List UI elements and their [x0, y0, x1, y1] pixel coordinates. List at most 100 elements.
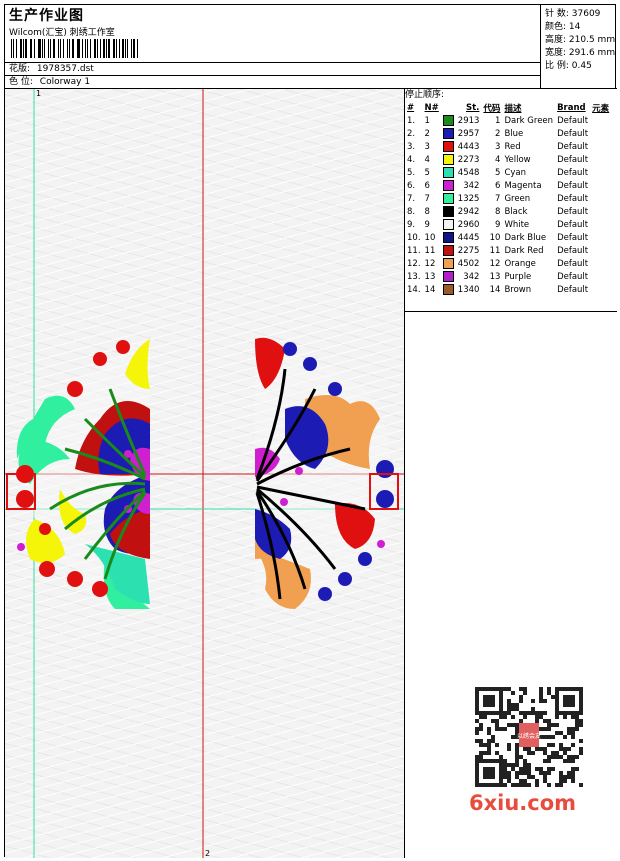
color-brand: Default	[557, 258, 589, 269]
color-stitches: 4548	[457, 167, 480, 178]
qr-module	[543, 719, 547, 723]
color-brand: Default	[557, 245, 589, 256]
qr-module	[527, 771, 531, 775]
qr-module	[487, 731, 491, 735]
color-swatch	[441, 205, 456, 218]
qr-module	[571, 727, 575, 731]
color-desc: Blue	[504, 128, 524, 139]
color-swatch-box	[442, 271, 454, 282]
color-stitches: 342	[463, 271, 480, 282]
barcode-bar	[38, 39, 41, 58]
worksheet-frame: 生产作业图 Wilcom(汇宝) 刺绣工作室 花版: 1978357.dst 色…	[4, 4, 617, 858]
barcode-bar	[19, 39, 22, 58]
qr-module	[475, 755, 479, 759]
qr-module	[531, 711, 535, 715]
qr-module	[563, 779, 567, 783]
qr-module	[515, 755, 519, 759]
color-swatch-box	[442, 115, 454, 126]
barcode-bar	[22, 39, 24, 58]
qr-module	[547, 723, 551, 727]
barcode-bar	[87, 39, 89, 58]
qr-module	[511, 723, 515, 727]
color-row: 4. 4 2273 4 Yellow Default	[405, 153, 611, 166]
color-swatch-box	[442, 206, 454, 217]
qr-module	[503, 759, 507, 763]
qr-module	[499, 727, 503, 731]
qr-module	[527, 747, 531, 751]
barcode-bar	[71, 39, 74, 58]
color-stitches: 2913	[457, 115, 480, 126]
qr-module	[519, 687, 523, 691]
col-code: 代码	[483, 103, 501, 114]
barcode-bar	[57, 39, 59, 58]
qr-module	[535, 767, 539, 771]
qr-module	[555, 755, 559, 759]
color-brand: Default	[557, 128, 589, 139]
page-title: 生产作业图	[9, 8, 84, 24]
qr-module	[575, 767, 579, 771]
qr-module	[543, 735, 547, 739]
qr-module	[579, 747, 583, 751]
barcode-bar	[99, 39, 101, 58]
color-swatch	[441, 257, 456, 270]
qr-finder-inner	[483, 767, 495, 779]
qr-module	[571, 767, 575, 771]
qr-module	[547, 755, 551, 759]
barcode-bar	[112, 39, 115, 58]
barcode-bar	[94, 39, 97, 58]
color-num: 11.	[407, 245, 421, 256]
color-brand: Default	[557, 271, 589, 282]
color-brand: Default	[557, 193, 589, 204]
qr-module	[551, 755, 555, 759]
color-num: 6.	[407, 180, 416, 191]
color-needle: 4	[424, 154, 430, 165]
color-row: 8. 8 2942 8 Black Default	[405, 205, 611, 218]
color-swatch-box	[442, 180, 454, 191]
qr-module	[515, 727, 519, 731]
qr-module	[535, 783, 539, 787]
qr-module	[523, 767, 527, 771]
qr-module	[547, 687, 551, 691]
qr-module	[547, 727, 551, 731]
color-needle: 8	[424, 206, 430, 217]
color-num: 13.	[407, 271, 421, 282]
qr-module	[479, 743, 483, 747]
color-desc: Yellow	[504, 154, 531, 165]
qr-module	[479, 727, 483, 731]
qr-module	[571, 775, 575, 779]
barcode-bar	[127, 39, 128, 58]
barcode-bar	[50, 39, 51, 58]
qr-module	[563, 747, 567, 751]
qr-module	[479, 715, 483, 719]
color-num: 2.	[407, 128, 416, 139]
color-brand: Default	[557, 284, 589, 295]
qr-module	[575, 723, 579, 727]
color-needle: 11	[424, 245, 436, 256]
qr-module	[543, 779, 547, 783]
qr-module	[543, 759, 547, 763]
qr-module	[503, 767, 507, 771]
qr-module	[579, 723, 583, 727]
qr-module	[559, 743, 563, 747]
barcode-bar	[16, 39, 17, 58]
qr-module	[519, 783, 523, 787]
qr-module	[503, 687, 507, 691]
qr-module	[503, 775, 507, 779]
qr-module	[495, 751, 499, 755]
guide-label-1: 1	[36, 89, 42, 98]
barcode-bar	[11, 39, 13, 58]
qr-module	[475, 727, 479, 731]
qr-module	[571, 715, 575, 719]
qr-module	[559, 779, 563, 783]
watermark-logo: 6xiu.com	[469, 791, 577, 815]
qr-module	[567, 727, 571, 731]
qr-module	[511, 691, 515, 695]
barcode-bar	[31, 39, 33, 58]
color-num: 10.	[407, 232, 421, 243]
barcode-bar	[118, 39, 120, 58]
color-num: 8.	[407, 206, 416, 217]
color-code: 11	[489, 245, 501, 256]
barcode-bar	[47, 39, 50, 58]
qr-module	[563, 735, 567, 739]
color-row: 5. 5 4548 5 Cyan Default	[405, 166, 611, 179]
